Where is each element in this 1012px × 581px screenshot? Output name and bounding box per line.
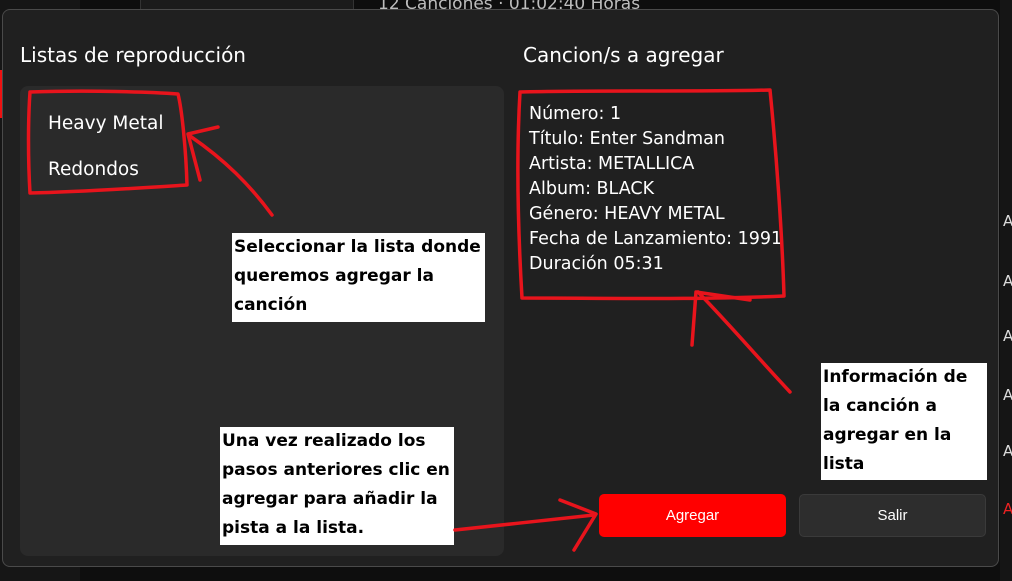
- song-release-date: Fecha de Lanzamiento: 1991: [529, 229, 783, 249]
- background-row-char: A: [1003, 500, 1012, 518]
- background-row-char: A: [1003, 442, 1012, 460]
- background-row-char: A: [1003, 327, 1012, 345]
- song-genre: Género: HEAVY METAL: [529, 204, 725, 224]
- annotation-select-list: Seleccionar la lista donde queremos agre…: [232, 233, 485, 322]
- annotation-song-info: Información de la canción a agregar en l…: [821, 363, 987, 480]
- background-track-column: [1000, 0, 1012, 581]
- add-button[interactable]: Agregar: [599, 494, 786, 537]
- annotation-instructions: Una vez realizado los pasos anteriores c…: [220, 427, 454, 545]
- song-album: Album: BLACK: [529, 179, 655, 199]
- song-title: Título: Enter Sandman: [529, 129, 725, 149]
- songs-title: Cancion/s a agregar: [523, 43, 724, 67]
- background-row-char: A: [1003, 386, 1012, 404]
- song-details: Número: 1 Título: Enter Sandman Artista:…: [529, 102, 782, 277]
- playlists-title: Listas de reproducción: [20, 43, 246, 67]
- song-artist: Artista: METALLICA: [529, 154, 695, 174]
- background-row-char: A: [1003, 212, 1012, 230]
- playlist-item-redondos[interactable]: Redondos: [48, 159, 139, 180]
- exit-button[interactable]: Salir: [799, 494, 986, 537]
- background-row-char: A: [1003, 272, 1012, 290]
- playlist-item-heavy-metal[interactable]: Heavy Metal: [48, 113, 163, 134]
- add-to-playlist-dialog: Listas de reproducción Heavy Metal Redon…: [2, 9, 999, 567]
- song-number: Número: 1: [529, 104, 622, 124]
- song-duration: Duración 05:31: [529, 254, 664, 274]
